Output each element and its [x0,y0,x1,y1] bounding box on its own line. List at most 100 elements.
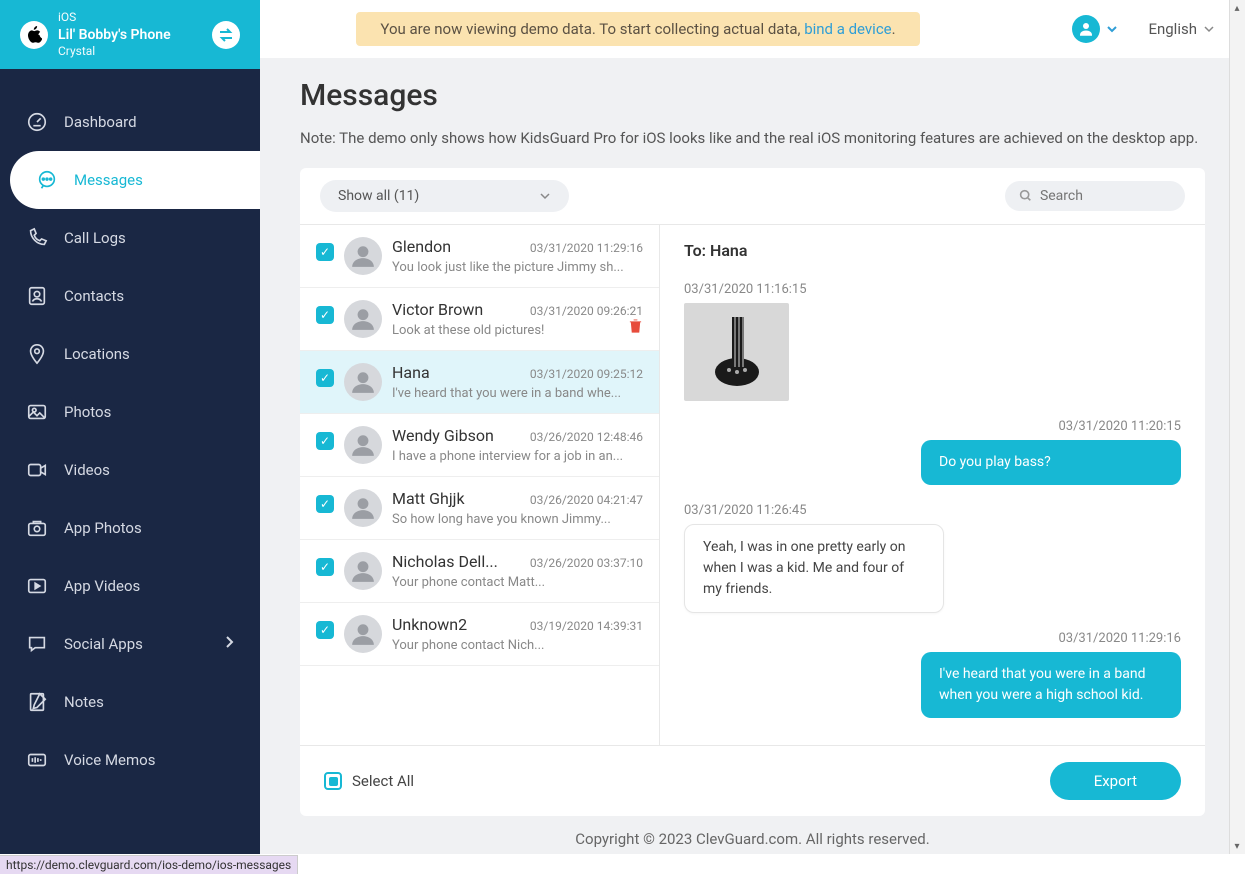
image-message[interactable] [684,303,789,401]
user-menu[interactable] [1072,15,1118,43]
nav-label: Videos [64,461,110,479]
search-icon [1019,188,1032,203]
sidebar-item-voice-memos[interactable]: Voice Memos [0,731,260,789]
conversation-item[interactable]: ✓Glendon03/31/2020 11:29:16You look just… [300,225,659,288]
select-all[interactable]: Select All [324,772,414,790]
videos-icon [26,459,48,481]
conversation-item[interactable]: ✓Hana03/31/2020 09:25:12I've heard that … [300,351,659,414]
nav-label: Social Apps [64,635,143,653]
conversation-time: 03/19/2020 14:39:31 [530,619,643,633]
checkbox-icon[interactable]: ✓ [316,558,334,576]
sidebar-item-app-photos[interactable]: App Photos [0,499,260,557]
chevron-down-icon [539,190,551,202]
conversation-time: 03/26/2020 03:37:10 [530,556,643,570]
avatar-icon [344,552,382,590]
avatar-icon [344,300,382,338]
swap-icon[interactable] [212,21,240,49]
conversation-item[interactable]: ✓Nicholas Dell...03/26/2020 03:37:10Your… [300,540,659,603]
checkbox-icon[interactable]: ✓ [316,621,334,639]
search-box[interactable] [1005,181,1185,211]
appvideos-icon [26,575,48,597]
demo-banner: You are now viewing demo data. To start … [356,12,919,46]
trash-icon[interactable] [628,318,643,338]
contacts-icon [26,285,48,307]
sidebar-item-locations[interactable]: Locations [0,325,260,383]
checkbox-icon [324,772,342,790]
device-os: iOS [58,10,202,26]
filter-label: Show all (11) [338,188,419,204]
search-input[interactable] [1040,188,1171,204]
banner-text: You are now viewing demo data. To start … [380,20,804,38]
conversation-list: ✓Glendon03/31/2020 11:29:16You look just… [300,225,660,746]
message-timestamp: 03/31/2020 11:20:15 [684,419,1181,434]
message-timestamp: 03/31/2020 11:16:15 [684,282,1181,297]
sidebar-item-app-videos[interactable]: App Videos [0,557,260,615]
checkbox-icon[interactable]: ✓ [316,495,334,513]
message-bubble-in: Yeah, I was in one pretty early on when … [684,524,944,613]
conversation-name: Matt Ghjjk [392,489,465,508]
dashboard-icon [26,111,48,133]
conversation-name: Nicholas Dell... [392,552,498,571]
filter-dropdown[interactable]: Show all (11) [320,180,569,212]
conversation-item[interactable]: ✓Wendy Gibson03/26/2020 12:48:46I have a… [300,414,659,477]
page-note: Note: The demo only shows how KidsGuard … [300,127,1205,150]
scroll-down-icon[interactable]: ▾ [1229,838,1245,854]
nav-label: Photos [64,403,111,421]
main: You are now viewing demo data. To start … [260,0,1245,854]
conversation-time: 03/26/2020 12:48:46 [530,430,643,444]
conversation-preview: Your phone contact Nich... [392,638,643,653]
conversation-item[interactable]: ✓Matt Ghjjk03/26/2020 04:21:47So how lon… [300,477,659,540]
conversation-time: 03/31/2020 11:29:16 [530,241,643,255]
appphotos-icon [26,517,48,539]
checkbox-icon[interactable]: ✓ [316,306,334,324]
device-info: iOS Lil' Bobby's Phone Crystal [58,10,202,59]
conversation-item[interactable]: ✓ Unknown2 03/19/2020 14:39:31 Your phone c… [300,603,659,666]
checkbox-icon[interactable]: ✓ [316,243,334,261]
conversation-name: Glendon [392,237,451,256]
sidebar-item-notes[interactable]: Notes [0,673,260,731]
nav-label: Contacts [64,287,124,305]
sidebar-item-social-apps[interactable]: Social Apps [0,615,260,673]
sidebar-item-videos[interactable]: Videos [0,441,260,499]
conversation-name: Unknown2 [392,615,467,634]
select-all-label: Select All [352,772,414,790]
conversation-name: Victor Brown [392,300,483,319]
sidebar-item-messages[interactable]: Messages [10,151,260,209]
chat-pane: To: Hana 03/31/2020 11:16:1503/31/2020 1… [660,225,1205,746]
export-button[interactable]: Export [1050,762,1181,800]
topbar: You are now viewing demo data. To start … [260,0,1245,58]
scroll-up-icon[interactable]: ▴ [1229,0,1245,16]
sidebar-item-photos[interactable]: Photos [0,383,260,441]
avatar-icon [344,615,382,653]
device-header[interactable]: iOS Lil' Bobby's Phone Crystal [0,0,260,69]
conversation-preview: Look at these old pictures! [392,323,643,338]
conversation-time: 03/26/2020 04:21:47 [530,493,643,507]
social-icon [26,633,48,655]
message-timestamp: 03/31/2020 11:26:45 [684,503,1181,518]
language-select[interactable]: English [1148,20,1215,38]
banner-suffix: . [892,20,896,38]
sidebar-item-call-logs[interactable]: Call Logs [0,209,260,267]
browser-statusbar: https://demo.clevguard.com/ios-demo/ios-… [0,855,298,874]
chevron-down-icon [1203,23,1215,35]
sidebar-item-dashboard[interactable]: Dashboard [0,93,260,151]
notes-icon [26,691,48,713]
nav-label: Dashboard [64,113,137,131]
bind-device-link[interactable]: bind a device [804,20,891,38]
sidebar-item-contacts[interactable]: Contacts [0,267,260,325]
message-bubble-out: I've heard that you were in a band when … [921,652,1181,718]
conversation-name: Hana [392,363,430,382]
language-label: English [1148,20,1197,38]
scrollbar[interactable]: ▴ ▾ [1229,0,1245,854]
photos-icon [26,401,48,423]
conversation-item[interactable]: ✓ Victor Brown 03/31/2020 09:26:21 Look at … [300,288,659,351]
user-avatar-icon [1072,15,1100,43]
device-name: Lil' Bobby's Phone [58,26,202,44]
checkbox-icon[interactable]: ✓ [316,432,334,450]
apple-icon [20,21,48,49]
conversation-preview: I have a phone interview for a job in an… [392,449,643,464]
checkbox-icon[interactable]: ✓ [316,369,334,387]
conversation-time: 03/31/2020 09:26:21 [530,304,643,318]
nav-label: Messages [74,171,143,189]
conversation-time: 03/31/2020 09:25:12 [530,367,643,381]
